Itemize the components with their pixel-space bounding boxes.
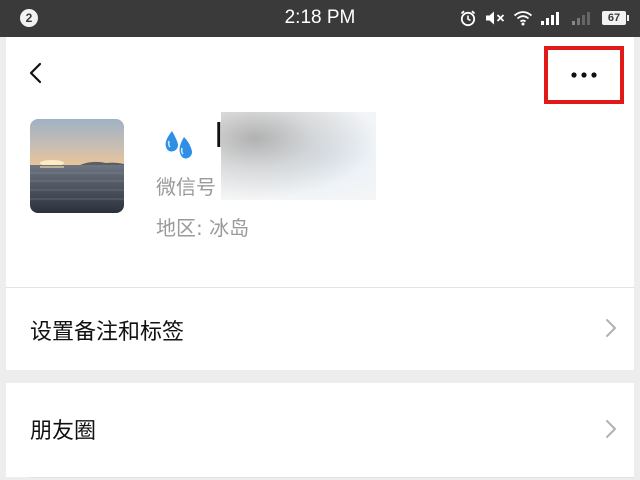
row-label: 朋友圈: [30, 419, 97, 444]
signal-icon: [541, 12, 559, 25]
region-value: 冰岛: [209, 216, 250, 240]
wifi-icon: [513, 11, 533, 26]
signal-weak-icon: [572, 12, 590, 25]
mute-icon: [486, 11, 505, 25]
water-drops-emoji: [165, 131, 192, 159]
row-label: 设置备注和标签: [30, 320, 185, 345]
alarm-icon: [460, 10, 476, 27]
avatar[interactable]: [30, 119, 124, 213]
ellipsis-icon: [571, 72, 597, 78]
chevron-left-icon: [29, 62, 42, 84]
chevron-right-icon: [606, 319, 616, 337]
region-label: 地区:: [156, 216, 203, 240]
chevron-right-icon: [606, 420, 616, 438]
divider: [30, 477, 634, 478]
set-remark-and-tags-row[interactable]: 设置备注和标签: [6, 288, 634, 370]
profile-card: l 微信号 地区: 冰岛: [6, 37, 634, 287]
back-button[interactable]: [22, 55, 52, 91]
wechat-id-label: 微信号: [156, 175, 216, 199]
more-options-button[interactable]: [544, 46, 624, 104]
region-row: 地区: 冰岛: [156, 212, 249, 241]
redaction-blur: [221, 112, 376, 200]
battery-icon: 67: [602, 11, 629, 25]
status-bar: 2 2:18 PM 67: [0, 0, 640, 37]
contact-profile-page: l 微信号 地区: 冰岛 设置备注和标签 朋友圈: [6, 37, 634, 480]
sunset-sea-photo: [30, 119, 124, 213]
status-icons: 67: [459, 7, 629, 29]
moments-row[interactable]: 朋友圈: [6, 383, 634, 477]
